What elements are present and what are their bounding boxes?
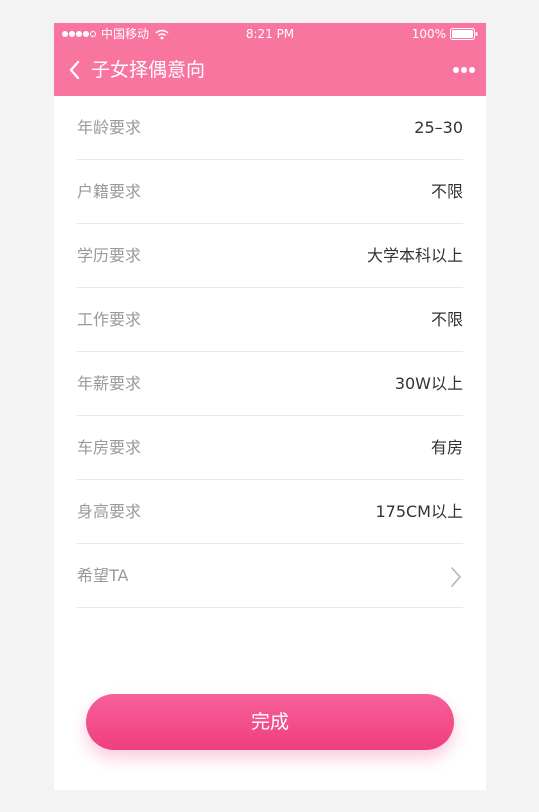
row-label: 希望TA [77, 566, 129, 585]
row-hope-ta[interactable]: 希望TA [77, 544, 463, 608]
row-label: 学历要求 [77, 246, 142, 265]
row-value: 大学本科以上 [366, 246, 463, 265]
back-button[interactable] [64, 58, 84, 82]
row-value: 30W以上 [394, 374, 463, 393]
row-label: 年薪要求 [77, 374, 142, 393]
page-title: 子女择偶意向 [91, 59, 206, 81]
row-label: 工作要求 [77, 310, 142, 329]
status-bar: 中国移动 8:21 PM 100% [54, 23, 486, 45]
row-label: 身高要求 [77, 502, 142, 521]
status-right: 100% [412, 23, 478, 45]
header: 中国移动 8:21 PM 100% 子女择偶意向 [54, 23, 486, 96]
row-job[interactable]: 工作要求 不限 [77, 288, 463, 352]
more-button[interactable] [450, 60, 478, 80]
battery-percent: 100% [411, 27, 446, 41]
chevron-right-icon [451, 567, 461, 587]
row-value: 175CM以上 [375, 502, 463, 521]
row-salary[interactable]: 年薪要求 30W以上 [77, 352, 463, 416]
phone-screen: 中国移动 8:21 PM 100% 子女择偶意向 年龄要求 25–30 户籍要求… [54, 23, 486, 790]
row-car-house[interactable]: 车房要求 有房 [77, 416, 463, 480]
row-value: 有房 [430, 438, 463, 457]
row-age[interactable]: 年龄要求 25–30 [77, 96, 463, 160]
row-value: 25–30 [414, 118, 463, 137]
row-label: 年龄要求 [77, 118, 142, 137]
row-label: 户籍要求 [77, 182, 142, 201]
requirements-list: 年龄要求 25–30 户籍要求 不限 学历要求 大学本科以上 工作要求 不限 年… [77, 96, 463, 608]
row-education[interactable]: 学历要求 大学本科以上 [77, 224, 463, 288]
nav-bar: 子女择偶意向 [54, 45, 486, 96]
row-height[interactable]: 身高要求 175CM以上 [77, 480, 463, 544]
chevron-left-icon [69, 60, 80, 80]
row-hukou[interactable]: 户籍要求 不限 [77, 160, 463, 224]
row-value: 不限 [430, 182, 463, 201]
row-label: 车房要求 [77, 438, 142, 457]
more-dots-icon [453, 67, 475, 73]
battery-icon [450, 28, 478, 40]
row-value: 不限 [430, 310, 463, 329]
done-button[interactable]: 完成 [86, 694, 454, 750]
